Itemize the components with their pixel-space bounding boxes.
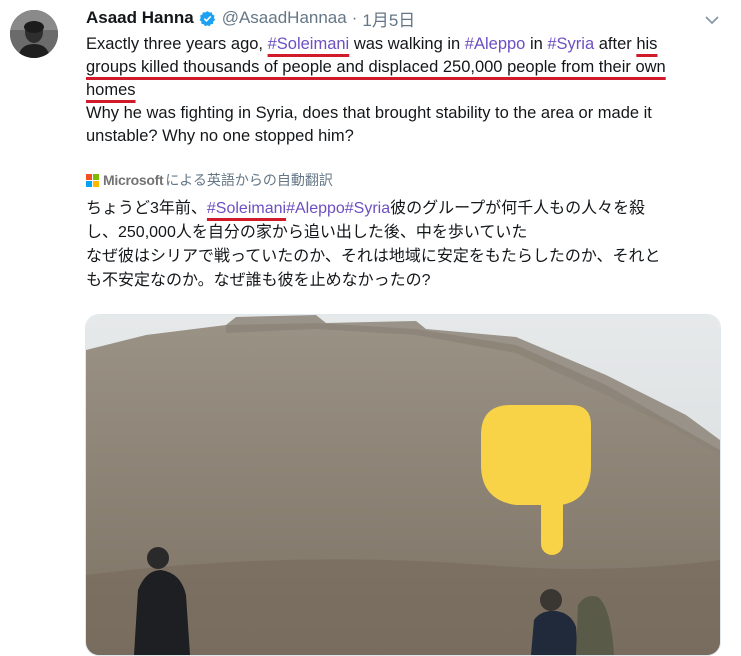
hashtag-aleppo[interactable]: #Aleppo <box>465 35 526 53</box>
hashtag-soleimani[interactable]: #Soleimani <box>207 200 286 217</box>
avatar[interactable] <box>10 10 58 58</box>
text-segment: his <box>636 35 658 53</box>
author-name[interactable]: Asaad Hanna <box>86 8 194 28</box>
hashtag-aleppo[interactable]: #Aleppo <box>286 200 345 217</box>
text-segment: 彼のグループが何千人もの人々を殺 <box>390 200 646 217</box>
translated-line-3: なぜ彼はシリアで戦っていたのか、それは地域に安定をもたらしたのか、それと <box>86 248 661 265</box>
text-segment: after <box>594 35 637 53</box>
translated-text: ちょうど3年前、#Soleimani#Aleppo#Syria彼のグループが何千… <box>86 197 726 293</box>
translated-line-2: し、250,000人を自分の家から追い出した後、中を歩いていた <box>86 224 528 241</box>
tweet-line-5: unstable? Why no one stopped him? <box>86 127 354 145</box>
tweet-photo[interactable] <box>85 314 721 656</box>
hashtag-syria[interactable]: #Syria <box>547 35 594 53</box>
caret-down-icon[interactable] <box>705 12 719 30</box>
translation-provider: Microsoft <box>103 172 164 188</box>
text-segment: in <box>525 35 548 53</box>
tweet-date[interactable]: 1月5日 <box>362 6 415 31</box>
text-segment: was walking in <box>349 35 465 53</box>
translation-label: による英語からの自動翻訳 <box>165 172 333 188</box>
tweet-header: Asaad Hanna @AsaadHannaa · 1月5日 <box>86 5 721 31</box>
tweet-line-2: groups killed thousands of people and di… <box>86 58 666 76</box>
tweet-line-4: Why he was fighting in Syria, does that … <box>86 104 652 122</box>
hashtag-syria[interactable]: #Syria <box>345 200 390 217</box>
verified-badge-icon <box>199 10 216 27</box>
author-handle[interactable]: @AsaadHannaa <box>222 8 347 28</box>
translated-line-4: も不安定なのか。なぜ誰も彼を止めなかったの? <box>86 272 431 289</box>
tweet-line-3: homes <box>86 81 136 99</box>
microsoft-logo-icon <box>86 173 99 187</box>
tweet-text: Exactly three years ago, #Soleimani was … <box>86 33 726 148</box>
text-segment: ちょうど3年前、 <box>86 200 207 217</box>
text-segment: Exactly three years ago, <box>86 35 268 53</box>
hashtag-soleimani[interactable]: #Soleimani <box>268 35 350 53</box>
translation-attribution[interactable]: Microsoft による英語からの自動翻訳 <box>86 170 333 190</box>
separator-dot: · <box>351 8 358 27</box>
